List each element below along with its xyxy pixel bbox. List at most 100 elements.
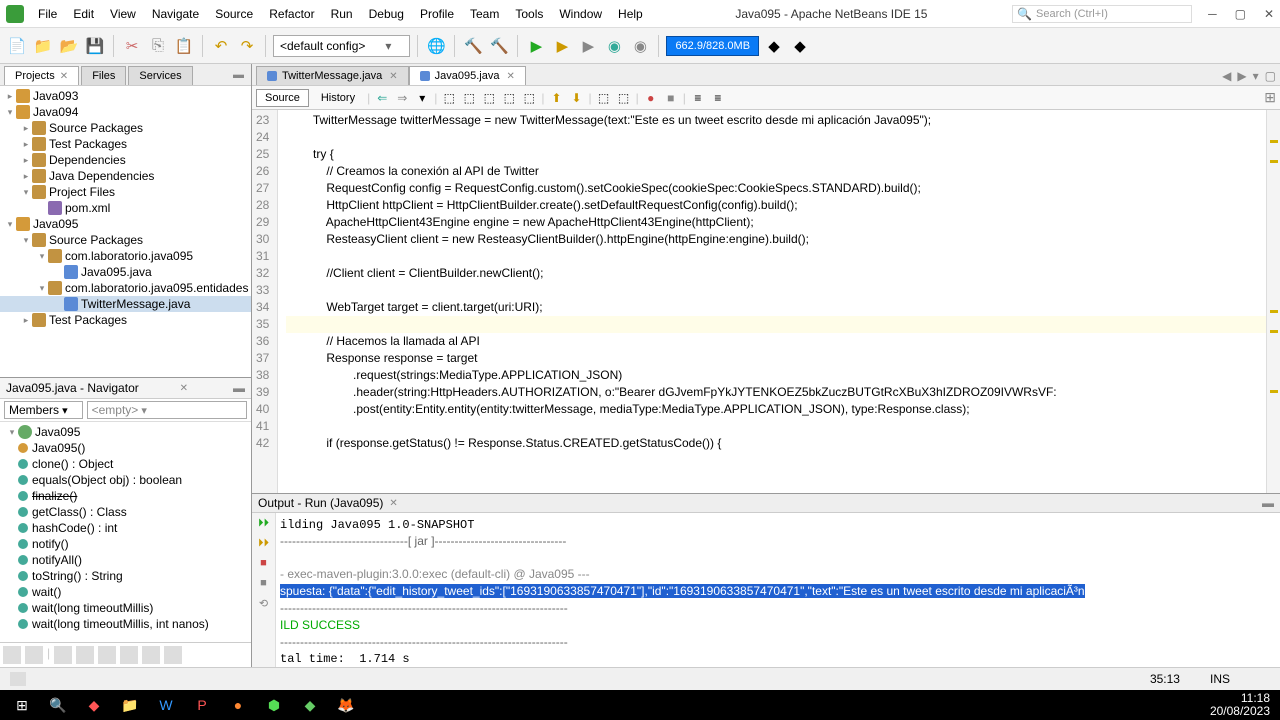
diff-icon[interactable]: ⬚	[596, 90, 612, 106]
tree-node[interactable]: ▾Source Packages	[0, 232, 251, 248]
explorer-icon[interactable]: 📁	[112, 692, 148, 718]
run-icon[interactable]: ▶	[525, 35, 547, 57]
profile-icon[interactable]: ▶	[577, 35, 599, 57]
nav-class[interactable]: ▾Java095	[2, 424, 249, 440]
code-editor[interactable]: 2324252627282930313233343536373839404142…	[252, 110, 1280, 493]
filter-icon[interactable]	[120, 646, 138, 664]
tree-node[interactable]: ▾com.laboratorio.java095.entidades	[0, 280, 251, 296]
shift-down-icon[interactable]: ⬇	[568, 90, 584, 106]
nb-icon-2[interactable]: ◆	[789, 35, 811, 57]
tree-node[interactable]: pom.xml	[0, 200, 251, 216]
toggle-bm-icon[interactable]: ⬚	[481, 90, 497, 106]
members-dropdown[interactable]: Members ▾	[4, 401, 83, 419]
navigator-close-icon[interactable]: ✕	[180, 383, 188, 394]
line-gutter[interactable]: 2324252627282930313233343536373839404142	[252, 110, 278, 493]
new-project-icon[interactable]: 📁	[32, 35, 54, 57]
record-icon[interactable]: ●	[643, 90, 659, 106]
menu-edit[interactable]: Edit	[65, 3, 102, 25]
filter-icon[interactable]	[54, 646, 72, 664]
tree-node[interactable]: ▸Test Packages	[0, 136, 251, 152]
copy-icon[interactable]: ⎘	[147, 35, 169, 57]
global-search-input[interactable]: 🔍 Search (Ctrl+I)	[1012, 5, 1192, 23]
nav-member[interactable]: notifyAll()	[2, 552, 249, 568]
tab-next-icon[interactable]: ▶	[1237, 69, 1246, 83]
open-icon[interactable]: 📂	[58, 35, 80, 57]
rerun-icon[interactable]: ⏵⏵	[257, 517, 271, 531]
menu-profile[interactable]: Profile	[412, 3, 462, 25]
bm-icon[interactable]: ⬚	[501, 90, 517, 106]
project-tree[interactable]: ▸Java093 ▾Java094 ▸Source Packages ▸Test…	[0, 86, 251, 377]
output-minimize-icon[interactable]: ▬	[1262, 496, 1274, 510]
save-all-icon[interactable]: 💾	[84, 35, 106, 57]
tree-node[interactable]: ▸Dependencies	[0, 152, 251, 168]
find-sel-icon[interactable]: ▾	[414, 90, 430, 106]
filter-icon[interactable]	[3, 646, 21, 664]
nav-member[interactable]: wait()	[2, 584, 249, 600]
tree-node[interactable]: ▾Project Files	[0, 184, 251, 200]
stop-icon[interactable]: ■	[257, 557, 271, 571]
powerpoint-icon[interactable]: P	[184, 692, 220, 718]
tab-max-icon[interactable]: ▢	[1265, 69, 1276, 83]
app-icon[interactable]: ⬢	[256, 692, 292, 718]
menu-help[interactable]: Help	[610, 3, 651, 25]
clean-build-icon[interactable]: 🔨	[488, 35, 510, 57]
members-filter-dropdown[interactable]: <empty> ▾	[87, 401, 247, 419]
pause-icon[interactable]: ◉	[629, 35, 651, 57]
nav-back-icon[interactable]: ⇐	[374, 90, 390, 106]
undo-icon[interactable]: ↶	[210, 35, 232, 57]
nav-member[interactable]: wait(long timeoutMillis, int nanos)	[2, 616, 249, 632]
filter-icon[interactable]	[164, 646, 182, 664]
tab-list-icon[interactable]: ▾	[1253, 69, 1259, 83]
nav-member[interactable]: wait(long timeoutMillis)	[2, 600, 249, 616]
filter-icon[interactable]	[142, 646, 160, 664]
system-tray[interactable]: 11:18 20/08/2023	[1210, 692, 1276, 718]
close-button[interactable]: ✕	[1264, 7, 1274, 21]
nav-member[interactable]: clone() : Object	[2, 456, 249, 472]
nav-member[interactable]: getClass() : Class	[2, 504, 249, 520]
firefox-icon[interactable]: 🦊	[328, 692, 364, 718]
memory-gauge[interactable]: 662.9/828.0MB	[666, 36, 759, 56]
search-button[interactable]: 🔍	[40, 692, 76, 718]
next-bm-icon[interactable]: ⬚	[461, 90, 477, 106]
tree-node[interactable]: ▾Java095	[0, 216, 251, 232]
menu-tools[interactable]: Tools	[507, 3, 551, 25]
minimize-icon[interactable]: ▬	[230, 66, 247, 85]
error-strip[interactable]	[1266, 110, 1280, 493]
output-close-icon[interactable]: ✕	[389, 498, 397, 509]
tree-node[interactable]: TwitterMessage.java	[0, 296, 251, 312]
wrap-icon[interactable]: ⟲	[257, 597, 271, 611]
start-button[interactable]: ⊞	[4, 692, 40, 718]
diff-icon[interactable]: ⬚	[616, 90, 632, 106]
maximize-button[interactable]: ▢	[1235, 7, 1246, 21]
panel-tab-services[interactable]: Services	[128, 66, 192, 85]
debug-icon[interactable]: ▶	[551, 35, 573, 57]
output-text[interactable]: ilding Java095 1.0-SNAPSHOT ------------…	[276, 513, 1280, 667]
uncomment-icon[interactable]: ≡	[710, 90, 726, 106]
bm-icon[interactable]: ⬚	[521, 90, 537, 106]
prev-bm-icon[interactable]: ⬚	[441, 90, 457, 106]
panel-tab-files[interactable]: Files	[81, 66, 126, 85]
nav-fwd-icon[interactable]: ⇒	[394, 90, 410, 106]
netbeans-icon[interactable]: ◆	[292, 692, 328, 718]
menu-file[interactable]: File	[30, 3, 65, 25]
menu-navigate[interactable]: Navigate	[144, 3, 207, 25]
tree-node[interactable]: ▸Test Packages	[0, 312, 251, 328]
nav-member[interactable]: finalize()	[2, 488, 249, 504]
notifications-icon[interactable]	[10, 672, 26, 686]
minimize-icon[interactable]: ▬	[233, 381, 245, 395]
nav-member[interactable]: toString() : String	[2, 568, 249, 584]
run-config-select[interactable]: <default config>▾	[273, 35, 410, 57]
cut-icon[interactable]: ✂	[121, 35, 143, 57]
source-view-button[interactable]: Source	[256, 89, 309, 107]
menu-team[interactable]: Team	[462, 3, 507, 25]
nav-member[interactable]: Java095()	[2, 440, 249, 456]
minimize-button[interactable]: ─	[1208, 7, 1217, 21]
panel-tab-projects[interactable]: Projects ✕	[4, 66, 79, 85]
stop-icon[interactable]: ■	[663, 90, 679, 106]
globe-icon[interactable]: 🌐	[425, 35, 447, 57]
filter-icon[interactable]	[76, 646, 94, 664]
file-tab[interactable]: Java095.java✕	[409, 66, 526, 85]
stop-icon[interactable]: ■	[257, 577, 271, 591]
redo-icon[interactable]: ↷	[236, 35, 258, 57]
nav-member[interactable]: notify()	[2, 536, 249, 552]
